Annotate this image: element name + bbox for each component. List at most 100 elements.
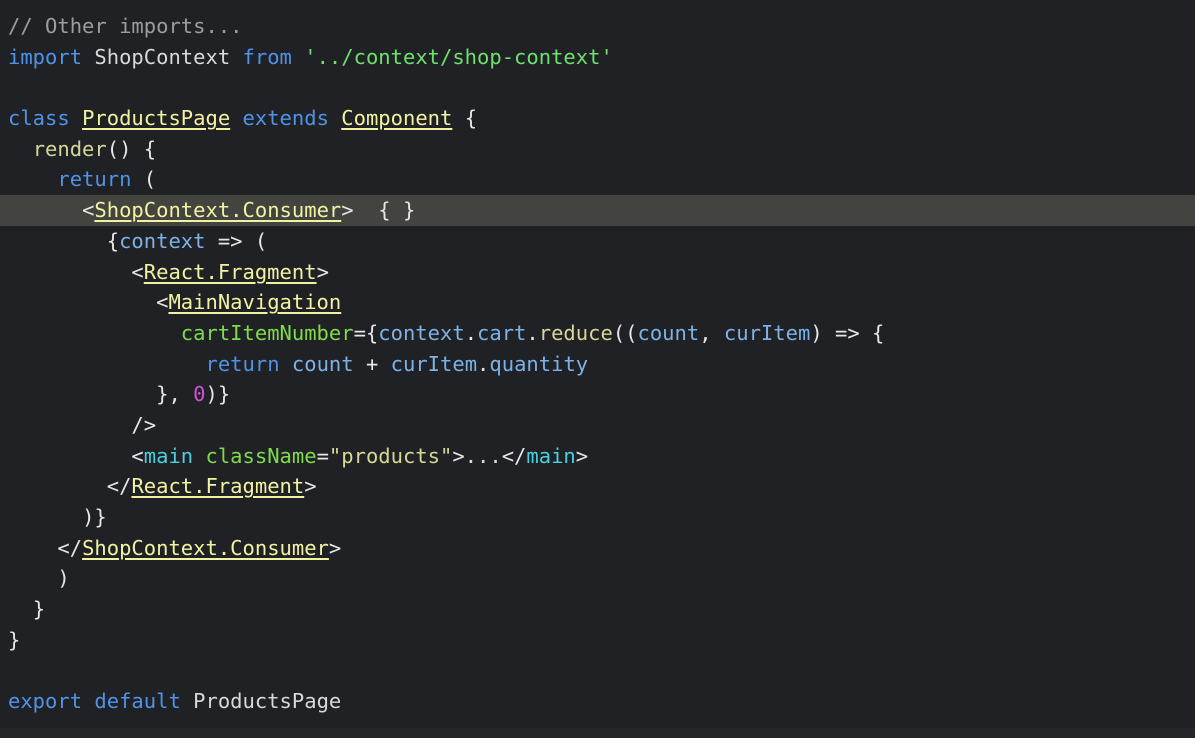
code-line-12[interactable]: return count + curItem.quantity	[0, 349, 1195, 380]
token-comp: ProductsPage	[82, 106, 231, 131]
horizontal-scrollbar-track[interactable]	[0, 728, 1195, 738]
code-line-13[interactable]: }, 0)}	[0, 379, 1195, 410]
token-punct: )	[57, 566, 70, 591]
code-line-18[interactable]: </ShopContext.Consumer>	[0, 533, 1195, 564]
code-editor-pane[interactable]: // Other imports... import ShopContext fr…	[0, 0, 1195, 738]
token-keyword: class	[8, 106, 70, 131]
token-punct: >	[575, 443, 589, 468]
token-punct: ) => {	[810, 320, 885, 345]
token-ident: curItem	[723, 320, 811, 345]
token-keyword: return	[205, 351, 280, 376]
token-punct: <	[131, 259, 144, 284]
token-comp: Component	[341, 106, 453, 131]
token-punct: }	[32, 597, 46, 622]
code-line-2[interactable]: import ShopContext from '../context/shop…	[0, 42, 1195, 73]
code-line-14[interactable]: />	[0, 410, 1195, 441]
code-line-17[interactable]: )}	[0, 502, 1195, 533]
token-ident: context	[378, 320, 465, 345]
token-comp: ShopContext.Consumer	[82, 535, 329, 560]
token-punct: (	[131, 167, 157, 192]
token-punct: >	[341, 198, 354, 223]
token-attrstr: "products"	[328, 443, 453, 468]
token-plain: ShopContext	[94, 44, 231, 69]
token-attr: cartItemNumber	[180, 320, 354, 345]
token-ident: count	[291, 351, 354, 376]
token-punct: )}	[205, 382, 231, 407]
token-string: '../context/shop-context'	[304, 44, 613, 69]
code-line-21[interactable]: }	[0, 625, 1195, 656]
token-keyword: default	[94, 689, 181, 714]
code-line-15[interactable]: <main className="products">...</main>	[0, 441, 1195, 472]
token-keyword: from	[242, 44, 292, 69]
token-punct: >	[452, 443, 465, 468]
empty-line-spacer	[8, 75, 20, 99]
empty-line-spacer	[8, 658, 20, 682]
code-content[interactable]: // Other imports... import ShopContext fr…	[0, 11, 1195, 717]
token-punct: .	[464, 320, 478, 345]
token-keyword: import	[8, 44, 83, 69]
token-punct: <	[82, 198, 95, 223]
code-line-5[interactable]: render() {	[0, 134, 1195, 165]
code-line-23[interactable]: export default ProductsPage	[0, 686, 1195, 717]
code-line-10[interactable]: <MainNavigation	[0, 287, 1195, 318]
code-line-6[interactable]: return (	[0, 164, 1195, 195]
code-line-9[interactable]: <React.Fragment>	[0, 257, 1195, 288]
code-line-4[interactable]: class ProductsPage extends Component {	[0, 103, 1195, 134]
token-punct: </	[57, 535, 83, 560]
code-line-3[interactable]	[0, 72, 1195, 103]
token-ident: quantity	[489, 351, 589, 376]
token-comp: React.Fragment	[143, 259, 317, 284]
code-line-16[interactable]: </React.Fragment>	[0, 471, 1195, 502]
code-line-20[interactable]: }	[0, 594, 1195, 625]
token-attr: className	[205, 443, 317, 468]
token-func: reduce	[538, 320, 613, 345]
code-line-11[interactable]: cartItemNumber={context.cart.reduce((cou…	[0, 318, 1195, 349]
token-punct: >	[316, 259, 329, 284]
token-num: 0	[193, 382, 206, 407]
token-punct: ((	[612, 320, 638, 345]
token-ident: count	[637, 320, 700, 345]
token-punct: ,	[699, 320, 724, 345]
token-punct: </	[501, 443, 527, 468]
token-punct: () {	[106, 136, 157, 161]
token-ident: cart	[477, 320, 527, 345]
token-punct: {	[452, 106, 478, 131]
token-punct: =	[316, 443, 329, 468]
token-punct: <	[156, 290, 169, 315]
token-punct: )}	[82, 505, 107, 529]
token-ident: curItem	[390, 351, 478, 376]
token-punct: .	[477, 351, 490, 376]
code-line-19[interactable]: )	[0, 563, 1195, 594]
token-punct: .	[526, 320, 539, 345]
token-func: render	[32, 136, 107, 161]
token-plain: ProductsPage	[193, 689, 342, 714]
code-line-22[interactable]	[0, 655, 1195, 686]
token-keyword: export	[8, 689, 83, 714]
token-punct: { }	[378, 198, 416, 223]
token-tag: main	[143, 443, 194, 468]
code-line-1[interactable]: // Other imports...	[0, 11, 1195, 42]
code-line-8[interactable]: {context => (	[0, 226, 1195, 257]
token-punct: >	[304, 474, 317, 499]
code-line-7[interactable]: <ShopContext.Consumer> { }	[0, 195, 1195, 226]
token-punct: <	[131, 443, 144, 468]
